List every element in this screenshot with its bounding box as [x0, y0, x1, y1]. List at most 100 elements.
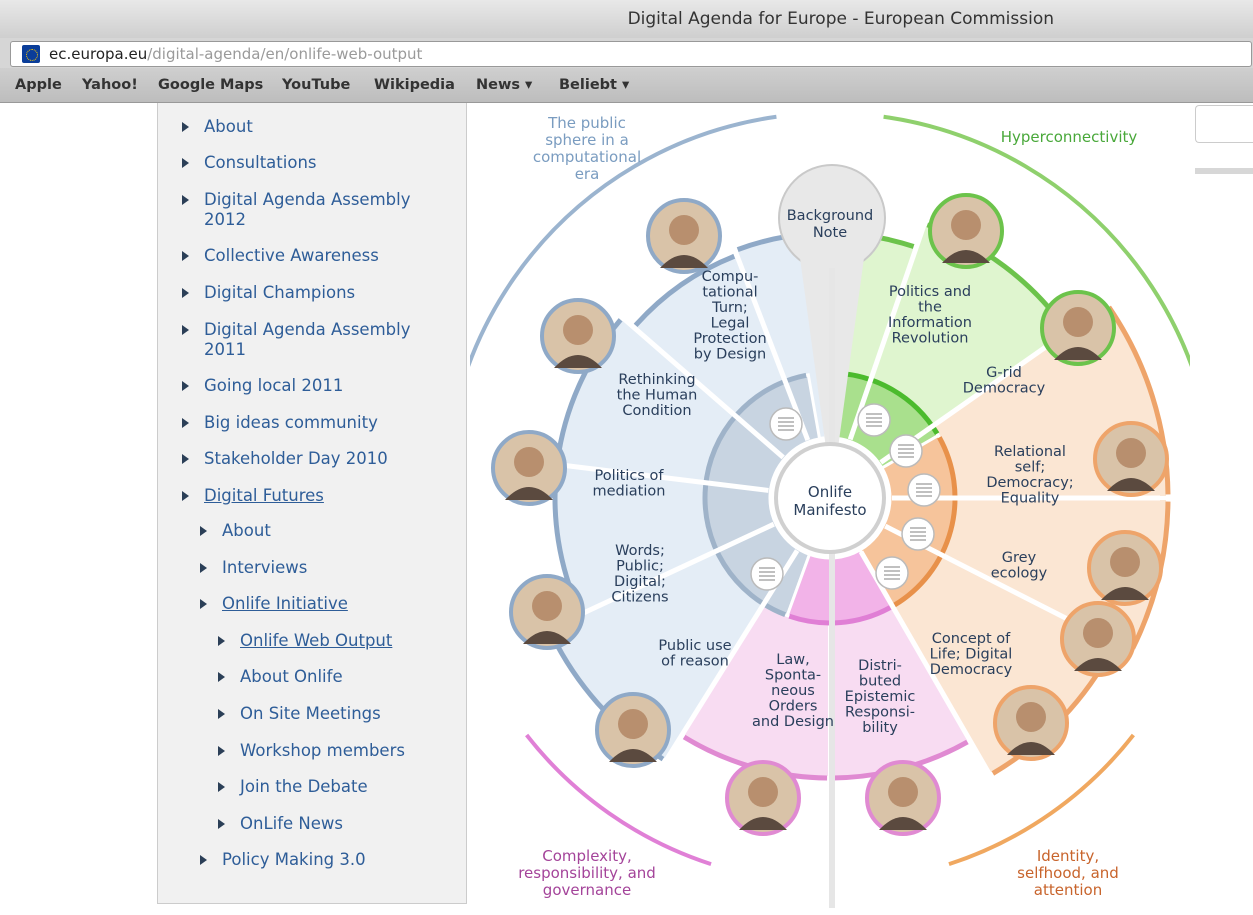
quadrant-label-line: era	[575, 165, 600, 183]
nav-item-going-local[interactable]: Going local 2011	[182, 376, 343, 396]
speech-bubble-icon[interactable]	[889, 434, 923, 468]
onlife-wheel-diagram: Background Note Onlife Manifesto Compu-t…	[470, 114, 1190, 908]
segment-label-line: Grey	[1002, 550, 1037, 566]
url-field[interactable]: ec.europa.eu/digital-agenda/en/onlife-we…	[10, 41, 1252, 67]
segment-label-line: Politics and	[889, 284, 971, 300]
nav-sub-item-policy-making[interactable]: Policy Making 3.0	[200, 850, 366, 870]
triangle-right-icon	[218, 819, 225, 829]
portrait-avatar	[646, 198, 722, 274]
nav-subsub-item-join-debate[interactable]: Join the Debate	[218, 777, 368, 797]
segment-label-line: Life; Digital	[930, 647, 1013, 663]
avatar-head	[1110, 547, 1140, 577]
avatar-head	[618, 709, 648, 739]
url-path: /digital-agenda/en/onlife-web-output	[147, 45, 423, 63]
triangle-right-icon	[182, 158, 189, 168]
nav-subsub-item-onlife-news[interactable]: OnLife News	[218, 814, 344, 834]
quadrant-label-line: governance	[543, 881, 631, 899]
url-text[interactable]: ec.europa.eu/digital-agenda/en/onlife-we…	[49, 45, 422, 63]
triangle-right-icon	[218, 746, 225, 756]
bookmark-apple[interactable]: Apple	[15, 77, 62, 93]
nav-item-collective-awareness[interactable]: Collective Awareness	[182, 246, 379, 266]
nav-item-digital-futures[interactable]: Digital Futures	[182, 486, 324, 506]
quadrant-label-line: computational	[533, 148, 641, 166]
nav-item-stakeholder-day[interactable]: Stakeholder Day 2010	[182, 449, 388, 469]
segment-label-line: self;	[1015, 460, 1046, 476]
sidebar-nav: About Consultations Digital Agenda Assem…	[157, 103, 467, 904]
nav-subsub-item-onlife-web-output[interactable]: Onlife Web Output	[218, 631, 393, 651]
portrait-avatar	[865, 760, 941, 836]
segment-label-line: Responsi-	[845, 705, 915, 721]
nav-item-label: OnLife News	[240, 814, 344, 833]
nav-item-digital-champions[interactable]: Digital Champions	[182, 283, 355, 303]
nav-subsub-item-about-onlife[interactable]: About Onlife	[218, 667, 343, 687]
nav-sub-item-interviews[interactable]: Interviews	[200, 558, 308, 578]
portrait-avatar	[1093, 421, 1169, 497]
nav-item-assembly-2011[interactable]: Digital Agenda Assembly 2011	[182, 320, 434, 360]
segment-label-line: Equality	[1001, 491, 1060, 507]
triangle-right-icon	[182, 122, 189, 132]
nav-item-label: Workshop members	[240, 741, 405, 760]
portrait-avatar	[540, 298, 616, 374]
nav-item-assembly-2012[interactable]: Digital Agenda Assembly 2012	[182, 190, 434, 230]
bookmark-news-menu[interactable]: News ▾	[476, 77, 532, 93]
segment-label-line: neous	[771, 683, 815, 699]
nav-item-label: Interviews	[222, 558, 308, 577]
segment-label-line: and Design	[752, 714, 834, 730]
center-hub[interactable]: Onlife Manifesto	[774, 442, 886, 554]
triangle-right-icon	[200, 599, 207, 609]
bookmark-google-maps[interactable]: Google Maps	[158, 77, 263, 93]
triangle-right-icon	[182, 454, 189, 464]
nav-subsub-item-workshop-members[interactable]: Workshop members	[218, 741, 405, 761]
segment-label-line: by Design	[694, 347, 766, 363]
url-domain: ec.europa.eu	[49, 45, 148, 63]
search-input[interactable]	[1195, 105, 1253, 143]
bookmark-youtube[interactable]: YouTube	[282, 77, 350, 93]
nav-sub-item-about[interactable]: About	[200, 521, 271, 541]
segment-label-line: Democracy	[930, 662, 1013, 678]
segment-label-line: Distri-	[858, 658, 902, 674]
nav-item-label: On Site Meetings	[240, 704, 381, 723]
nav-item-label: Onlife Web Output	[240, 631, 393, 650]
nav-item-label: Consultations	[204, 153, 317, 172]
portrait-avatar	[1087, 530, 1163, 606]
segment-label-line: Rethinking	[618, 372, 695, 388]
nav-item-about[interactable]: About	[182, 117, 253, 137]
segment-label-line: Compu-	[702, 269, 759, 285]
speech-bubble-icon[interactable]	[901, 517, 935, 551]
segment-label-line: Sponta-	[765, 668, 821, 684]
triangle-right-icon	[182, 418, 189, 428]
segment-label-line: Concept of	[932, 631, 1011, 647]
speech-bubble-icon[interactable]	[875, 556, 909, 590]
segment-label-line: ecology	[991, 566, 1048, 582]
bookmark-yahoo[interactable]: Yahoo!	[82, 77, 138, 93]
speech-bubble-icon[interactable]	[857, 403, 891, 437]
segment-label-line: Public use	[658, 638, 731, 654]
segment-label-line: of reason	[661, 654, 729, 670]
center-label-line: Onlife	[808, 483, 852, 501]
quadrant-label-line: Identity,	[1037, 847, 1099, 865]
background-note-line: Note	[813, 225, 847, 241]
portrait-avatar	[725, 760, 801, 836]
speech-bubble-icon[interactable]	[750, 557, 784, 591]
nav-item-big-ideas[interactable]: Big ideas community	[182, 413, 378, 433]
nav-item-label: Digital Agenda Assembly 2011	[204, 320, 411, 359]
nav-subsub-item-on-site-meetings[interactable]: On Site Meetings	[218, 704, 381, 724]
avatar-head	[532, 591, 562, 621]
segment-label-line: tational	[702, 285, 757, 301]
bubble-body	[750, 557, 784, 591]
bookmark-wikipedia[interactable]: Wikipedia	[374, 77, 455, 93]
nav-item-label: Stakeholder Day 2010	[204, 449, 388, 468]
nav-item-consultations[interactable]: Consultations	[182, 153, 317, 173]
quadrant-label-line: selfhood, and	[1017, 864, 1119, 882]
bubble-body	[889, 434, 923, 468]
nav-sub-item-onlife-initiative[interactable]: Onlife Initiative	[200, 594, 348, 614]
triangle-right-icon	[218, 636, 225, 646]
speech-bubble-icon[interactable]	[769, 407, 803, 441]
bookmark-beliebt-menu[interactable]: Beliebt ▾	[559, 77, 629, 93]
segment-label-line: buted	[859, 674, 901, 690]
avatar-head	[563, 315, 593, 345]
triangle-right-icon	[218, 672, 225, 682]
background-note-line: Background	[787, 208, 874, 224]
speech-bubble-icon[interactable]	[907, 473, 941, 507]
segment-label-line: Legal	[711, 316, 750, 332]
